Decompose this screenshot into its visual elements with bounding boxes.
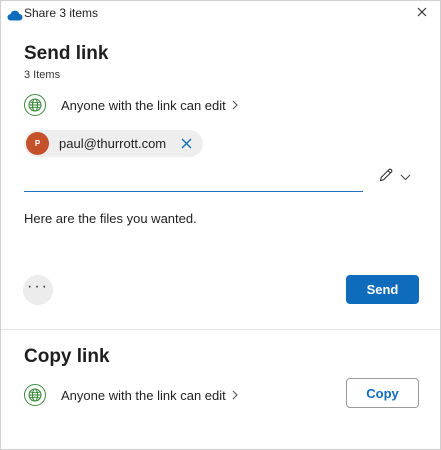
send-button[interactable]: Send [346,275,419,304]
title-bar: Share 3 items [1,1,440,25]
copy-link-heading: Copy link [24,346,110,367]
recipient-input[interactable] [24,167,363,192]
send-link-heading: Send link [24,43,109,64]
avatar: P [26,132,49,155]
close-icon [417,4,427,22]
chevron-down-icon [400,168,411,186]
copy-button[interactable]: Copy [346,378,419,408]
more-options-label: ··· [27,278,49,295]
edit-permission-dropdown[interactable] [378,167,411,187]
permission-label: Anyone with the link can edit [61,97,226,113]
send-link-section: Send link 3 Items Anyone with the link c… [1,25,440,329]
chevron-right-icon [232,98,238,113]
copy-link-section: Copy link Anyone with the link can edit … [1,330,440,449]
chevron-right-icon [232,388,238,403]
globe-icon [24,384,46,406]
more-options-button[interactable]: ··· [23,275,53,305]
send-link-permission-selector[interactable]: Anyone with the link can edit [24,93,238,117]
copy-link-permission-selector[interactable]: Anyone with the link can edit [24,383,238,407]
recipient-chip[interactable]: P paul@thurrott.com [24,130,203,157]
onedrive-cloud-icon [7,8,23,21]
items-count: 3 Items [24,69,61,81]
message-text[interactable]: Here are the files you wanted. [24,211,197,226]
remove-recipient-icon[interactable] [178,136,194,152]
recipient-email: paul@thurrott.com [59,136,167,151]
pencil-icon [378,167,394,188]
share-dialog: Share 3 items Send link 3 Items Anyone w… [0,0,441,450]
globe-icon [24,94,46,116]
permission-label: Anyone with the link can edit [61,387,226,403]
close-button[interactable] [408,3,436,23]
window-title: Share 3 items [24,6,99,20]
